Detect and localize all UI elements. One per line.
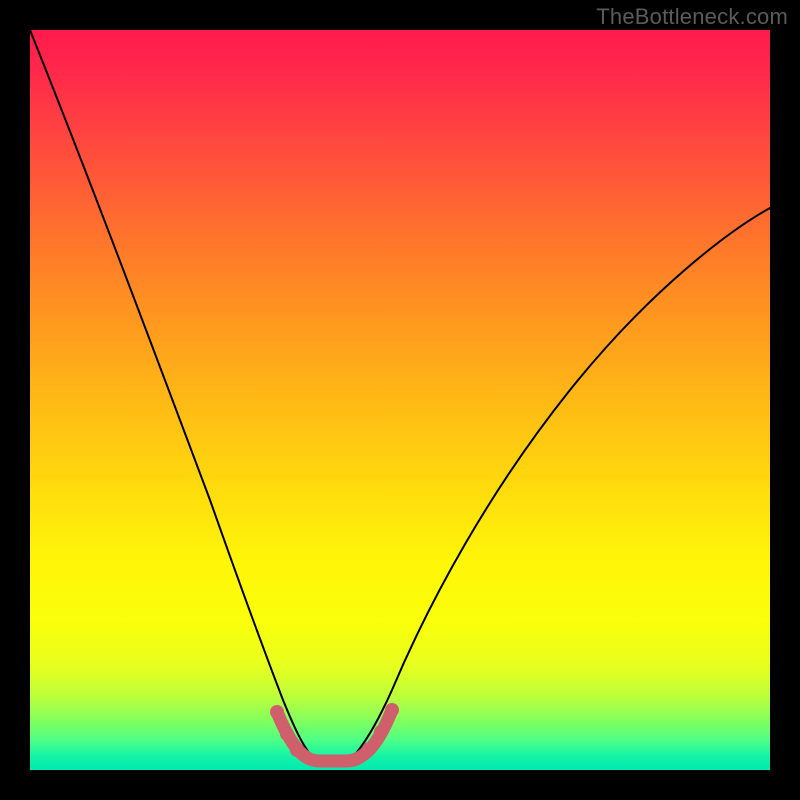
marker-dot	[362, 742, 376, 756]
watermark-text: TheBottleneck.com	[596, 4, 788, 30]
marker-dot	[280, 727, 294, 741]
chart-svg	[30, 30, 770, 770]
marker-dot	[290, 743, 304, 757]
marker-dot	[270, 705, 284, 719]
chart-plot-area	[30, 30, 770, 770]
bottleneck-curve-line	[30, 30, 770, 760]
marker-dot	[385, 703, 399, 717]
marker-dot	[374, 725, 388, 739]
